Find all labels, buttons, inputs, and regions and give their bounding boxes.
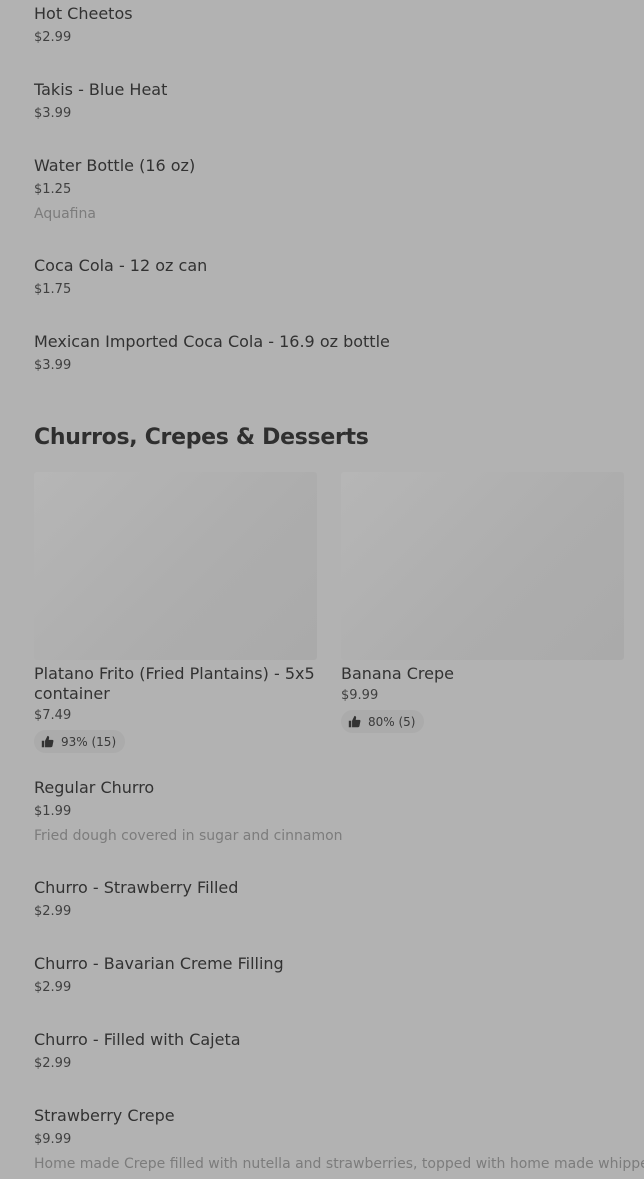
section-title: Churros, Crepes & Desserts	[34, 425, 369, 450]
menu-item-description: Home made Crepe filled with nutella and …	[34, 1156, 644, 1172]
menu-item-description: Aquafina	[34, 206, 96, 222]
menu-item-name: Coca Cola - 12 oz can	[34, 256, 208, 275]
menu-item-name: Takis - Blue Heat	[34, 80, 168, 99]
menu-item[interactable]: Hot Cheetos $2.99	[34, 4, 624, 46]
menu-item-price: $1.25	[34, 182, 72, 197]
menu-item-name: Churro - Strawberry Filled	[34, 878, 239, 897]
menu-item-name: Water Bottle (16 oz)	[34, 156, 196, 175]
thumbs-up-icon	[41, 735, 54, 748]
menu-item-price: $3.99	[34, 106, 72, 121]
menu-item-name: Strawberry Crepe	[34, 1106, 175, 1125]
menu-item[interactable]: Water Bottle (16 oz) $1.25 Aquafina	[34, 156, 624, 223]
rating-badge: 80% (5)	[341, 710, 425, 733]
menu-item[interactable]: Takis - Blue Heat $3.99	[34, 80, 624, 122]
featured-item-card[interactable]: Banana Crepe $9.99 80% (5)	[341, 472, 626, 734]
featured-item-card[interactable]: Platano Frito (Fried Plantains) - 5x5 co…	[34, 472, 319, 754]
menu-item[interactable]: Churro - Strawberry Filled $2.99	[34, 878, 624, 920]
menu-item-price: $2.99	[34, 904, 72, 919]
menu-item-price: $3.99	[34, 358, 72, 373]
item-image	[34, 472, 317, 660]
menu-item-price: $2.99	[34, 1056, 72, 1071]
featured-item-name: Banana Crepe	[341, 664, 454, 683]
menu-item[interactable]: Churro - Bavarian Creme Filling $2.99	[34, 954, 624, 996]
rating-text: 93% (15)	[61, 734, 117, 749]
rating-text: 80% (5)	[368, 714, 416, 729]
item-image	[341, 472, 624, 660]
featured-item-price: $7.49	[34, 708, 72, 723]
rating-badge: 93% (15)	[34, 730, 126, 753]
featured-item-name: Platano Frito (Fried Plantains) - 5x5 co…	[34, 664, 315, 703]
menu-item-name: Hot Cheetos	[34, 4, 133, 23]
thumbs-up-icon	[348, 715, 361, 728]
menu-item[interactable]: Coca Cola - 12 oz can $1.75	[34, 256, 624, 298]
menu-item-description: Fried dough covered in sugar and cinnamo…	[34, 828, 343, 844]
menu-item-price: $2.99	[34, 30, 72, 45]
menu-item-name: Churro - Filled with Cajeta	[34, 1030, 241, 1049]
menu-item-price: $9.99	[34, 1132, 72, 1147]
menu-item[interactable]: Regular Churro $1.99 Fried dough covered…	[34, 778, 624, 845]
menu-item-name: Regular Churro	[34, 778, 155, 797]
menu-item-price: $1.99	[34, 804, 72, 819]
menu-item-price: $2.99	[34, 980, 72, 995]
menu-item-name: Mexican Imported Coca Cola - 16.9 oz bot…	[34, 332, 390, 351]
menu-item-price: $1.75	[34, 282, 72, 297]
menu-item[interactable]: Mexican Imported Coca Cola - 16.9 oz bot…	[34, 332, 624, 374]
menu-item-name: Churro - Bavarian Creme Filling	[34, 954, 284, 973]
menu-item[interactable]: Churro - Filled with Cajeta $2.99	[34, 1030, 624, 1072]
featured-item-price: $9.99	[341, 688, 379, 703]
menu-item[interactable]: Strawberry Crepe $9.99 Home made Crepe f…	[34, 1106, 644, 1173]
